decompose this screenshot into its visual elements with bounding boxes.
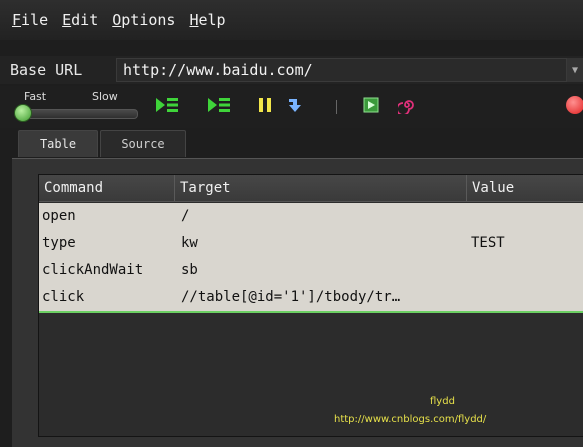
watermark-name: flydd	[430, 396, 455, 407]
row-target: /	[181, 208, 190, 224]
menu-help[interactable]: Help	[189, 11, 225, 29]
row-target: kw	[181, 235, 198, 251]
play-current-icon	[208, 98, 230, 112]
table-row[interactable]: type kw TEST	[39, 230, 583, 257]
spiral-icon	[398, 100, 414, 114]
menu-options-mnemonic: O	[112, 11, 122, 29]
row-target: //table[@id='1']/tbody/tr…	[181, 289, 401, 305]
speed-slider-track[interactable]	[18, 109, 138, 119]
table-row[interactable]: clickAndWait sb	[39, 257, 583, 284]
row-value: TEST	[471, 235, 505, 251]
schedule-button[interactable]	[394, 94, 420, 116]
toolbar-separator	[336, 100, 337, 114]
menu-edit[interactable]: Edit	[62, 11, 98, 29]
row-command: type	[42, 235, 76, 251]
row-command: click	[42, 289, 85, 305]
play-all-icon	[156, 98, 178, 112]
speed-fast-label: Fast	[24, 90, 47, 103]
speed-slider-handle[interactable]	[14, 104, 32, 122]
tab-table[interactable]: Table	[18, 130, 98, 157]
menu-bar: File Edit Options Help	[0, 0, 583, 40]
row-command: open	[42, 208, 76, 224]
menu-file[interactable]: File	[12, 11, 48, 29]
url-dropdown-button[interactable]: ▼	[567, 58, 583, 82]
menu-help-label: elp	[198, 11, 226, 29]
toolbar: Fast Slow	[0, 86, 583, 128]
rollup-button[interactable]	[358, 94, 384, 116]
header-target[interactable]: Target	[175, 175, 467, 201]
table-header: Command Target Value	[39, 175, 583, 202]
table-row[interactable]: open /	[39, 203, 583, 230]
pause-button[interactable]	[252, 94, 278, 116]
table-rows: open / type kw TEST clickAndWait sb clic…	[39, 203, 583, 313]
menu-help-mnemonic: H	[189, 11, 199, 29]
menu-file-mnemonic: F	[12, 11, 22, 29]
chevron-down-icon: ▼	[571, 64, 579, 76]
base-url-label: Base URL	[10, 61, 83, 79]
step-arrow-icon	[289, 99, 301, 112]
menu-file-label: ile	[21, 11, 49, 29]
pause-icon	[259, 98, 271, 112]
watermark-url: http://www.cnblogs.com/flydd/	[334, 414, 487, 425]
row-target: sb	[181, 262, 198, 278]
header-command[interactable]: Command	[39, 175, 175, 201]
header-value[interactable]: Value	[467, 175, 583, 201]
menu-options[interactable]: Options	[112, 11, 175, 29]
play-test-button[interactable]	[206, 94, 232, 116]
step-button[interactable]	[282, 94, 308, 116]
row-command: clickAndWait	[42, 262, 144, 278]
speed-slow-label: Slow	[92, 90, 118, 103]
tab-source[interactable]: Source	[100, 130, 186, 157]
base-url-bar: Base URL http://www.baidu.com/ ▼	[0, 56, 583, 84]
menu-edit-label: dit	[71, 11, 99, 29]
editor-tabs: Table Source	[0, 128, 583, 158]
menu-options-label: ptions	[121, 11, 176, 29]
rollup-icon	[363, 97, 379, 113]
command-table: Command Target Value open / type kw TEST…	[38, 174, 583, 437]
menu-edit-mnemonic: E	[62, 11, 72, 29]
base-url-input[interactable]: http://www.baidu.com/	[116, 58, 567, 82]
record-button[interactable]	[566, 96, 583, 114]
table-row-selected[interactable]: click //table[@id='1']/tbody/tr…	[39, 284, 583, 313]
play-suite-button[interactable]	[154, 94, 180, 116]
